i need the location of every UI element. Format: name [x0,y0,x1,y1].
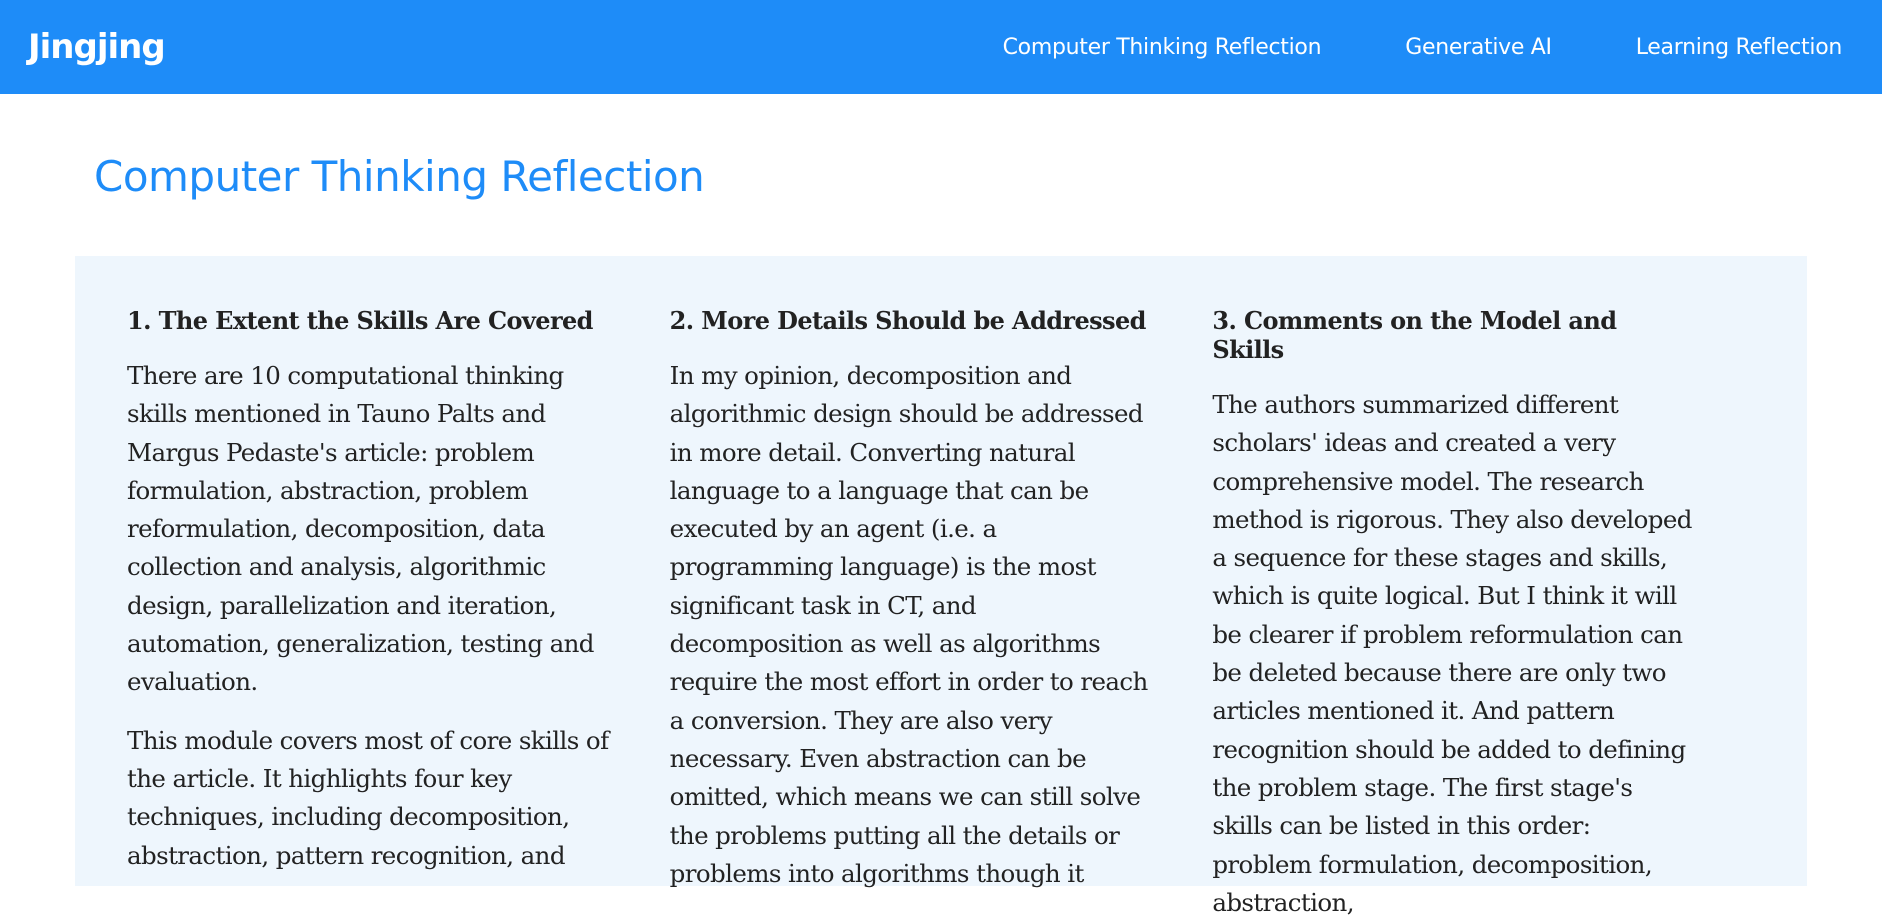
nav-link-learning-reflection[interactable]: Learning Reflection [1636,35,1843,60]
brand-logo-link[interactable]: Jingjing [28,27,166,67]
column-paragraph: There are 10 computational thinking skil… [127,361,594,697]
column-paragraph: This module covers most of core skills o… [127,725,609,870]
nav-menu: Computer Thinking Reflection Generative … [1003,35,1843,60]
column-more-details: 2. More Details Should be Addressed In m… [669,306,1213,888]
column-skills-covered: 1. The Extent the Skills Are Covered The… [127,306,670,886]
column-paragraph: The authors summarized different scholar… [1212,390,1692,917]
column-paragraph: In my opinion, decomposition and algorit… [669,361,1149,888]
top-navbar: Jingjing Computer Thinking Reflection Ge… [0,0,1882,94]
nav-link-generative-ai[interactable]: Generative AI [1405,35,1552,60]
column-heading: 1. The Extent the Skills Are Covered [127,306,593,335]
nav-link-computer-thinking-reflection[interactable]: Computer Thinking Reflection [1003,35,1322,60]
content-panel: 1. The Extent the Skills Are Covered The… [75,256,1807,917]
column-heading: 2. More Details Should be Addressed [669,306,1147,335]
column-model-comments: 3. Comments on the Model and Skills The … [1212,306,1755,917]
page-title: Computer Thinking Reflection [94,152,705,201]
column-heading: 3. Comments on the Model and Skills [1212,306,1617,364]
